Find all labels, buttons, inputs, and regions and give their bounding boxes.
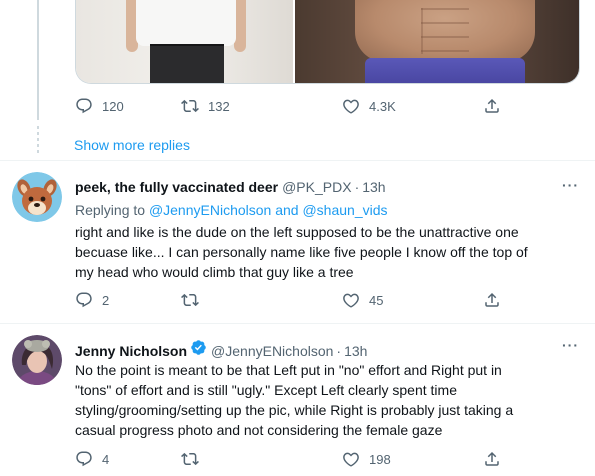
- user-name[interactable]: Jenny Nicholson: [75, 343, 187, 359]
- user-handle[interactable]: @JennyENicholson: [211, 343, 333, 359]
- reply-count: 120: [102, 98, 124, 114]
- reply-button[interactable]: 120: [75, 97, 124, 115]
- reply-button[interactable]: 2: [75, 291, 109, 309]
- like-icon: [343, 452, 359, 467]
- like-icon: [343, 293, 359, 308]
- tweet-text-line: No the point is meant to be that Left pu…: [75, 362, 502, 378]
- like-button[interactable]: 45: [342, 291, 383, 309]
- retweet-icon: [181, 99, 199, 113]
- reply-button[interactable]: 4: [75, 450, 109, 468]
- retweet-count: 132: [208, 98, 230, 114]
- tweet-text: right and like is the dude on the left s…: [75, 222, 580, 282]
- avatar[interactable]: [12, 335, 62, 385]
- like-button[interactable]: 4.3K: [342, 97, 396, 115]
- tweet-text: No the point is meant to be that Left pu…: [75, 360, 580, 440]
- divider: [0, 160, 595, 161]
- divider: [0, 323, 595, 324]
- reply-count: 4: [102, 451, 110, 467]
- reply-count: 2: [102, 292, 110, 308]
- media-photo-right[interactable]: [295, 0, 579, 83]
- mention-link[interactable]: @JennyENicholson: [149, 202, 271, 218]
- tweet-actions: 4 198: [75, 449, 499, 469]
- media-photo-left[interactable]: [76, 0, 295, 83]
- like-icon: [343, 99, 359, 114]
- tweet-media[interactable]: [75, 0, 580, 84]
- reply-icon: [76, 98, 92, 114]
- like-count: 45: [369, 292, 384, 308]
- tweet-text-line: "tons" of effort and is still "ugly." Ex…: [75, 382, 457, 398]
- mention-link[interactable]: @shaun_vids: [302, 202, 387, 218]
- share-button[interactable]: [483, 97, 501, 115]
- more-options-icon[interactable]: ···: [562, 337, 579, 353]
- tweet-text-line: becuase like... I can personally name li…: [75, 244, 528, 260]
- tweet-header: Jenny Nicholson @JennyENicholson · 13h: [75, 339, 367, 359]
- tweet-header: peek, the fully vaccinated deer @PK_PDX …: [75, 179, 386, 195]
- avatar[interactable]: [12, 172, 62, 222]
- deer-avatar-icon: [12, 172, 62, 222]
- thread-gap-indicator: [37, 126, 39, 156]
- user-name[interactable]: peek, the fully vaccinated deer: [75, 179, 278, 195]
- tweet-text-line: right and like is the dude on the left s…: [75, 224, 519, 240]
- tweet-time[interactable]: 13h: [362, 179, 385, 195]
- retweet-button[interactable]: [181, 450, 208, 468]
- tweet-actions: 2 45: [75, 290, 499, 310]
- reply-icon: [76, 451, 92, 467]
- retweet-button[interactable]: [181, 291, 208, 309]
- replying-prefix: Replying to: [75, 202, 146, 218]
- user-handle[interactable]: @PK_PDX: [282, 179, 351, 195]
- top-tweet-actions: 120 132 4.3K: [75, 96, 499, 116]
- share-icon: [485, 451, 499, 466]
- separator: ·: [354, 179, 360, 195]
- mention-and[interactable]: and: [275, 202, 298, 218]
- tweet-text-line: casual progress photo and not considerin…: [75, 422, 443, 438]
- like-count: 198: [369, 451, 391, 467]
- share-button[interactable]: [483, 450, 501, 468]
- like-button[interactable]: 198: [342, 450, 391, 468]
- like-count: 4.3K: [369, 98, 396, 114]
- separator: ·: [336, 343, 342, 359]
- replying-to: Replying to @JennyENicholson and @shaun_…: [75, 202, 388, 218]
- share-button[interactable]: [483, 291, 501, 309]
- more-options-icon[interactable]: ···: [562, 177, 579, 193]
- thread-connector: [37, 0, 39, 120]
- show-more-replies-link[interactable]: Show more replies: [74, 137, 190, 153]
- user-avatar-icon: [12, 335, 62, 385]
- tweet-text-line: my head who would climb that guy like a …: [75, 264, 354, 280]
- retweet-icon: [181, 452, 199, 466]
- retweet-button[interactable]: 132: [181, 97, 230, 115]
- tweet-text-line: styling/grooming/setting up the pic, whi…: [75, 402, 514, 418]
- share-icon: [485, 98, 499, 113]
- share-icon: [485, 292, 499, 307]
- retweet-icon: [181, 293, 199, 307]
- reply-icon: [76, 292, 92, 308]
- tweet-time[interactable]: 13h: [344, 343, 367, 359]
- verified-badge-icon: [191, 340, 206, 355]
